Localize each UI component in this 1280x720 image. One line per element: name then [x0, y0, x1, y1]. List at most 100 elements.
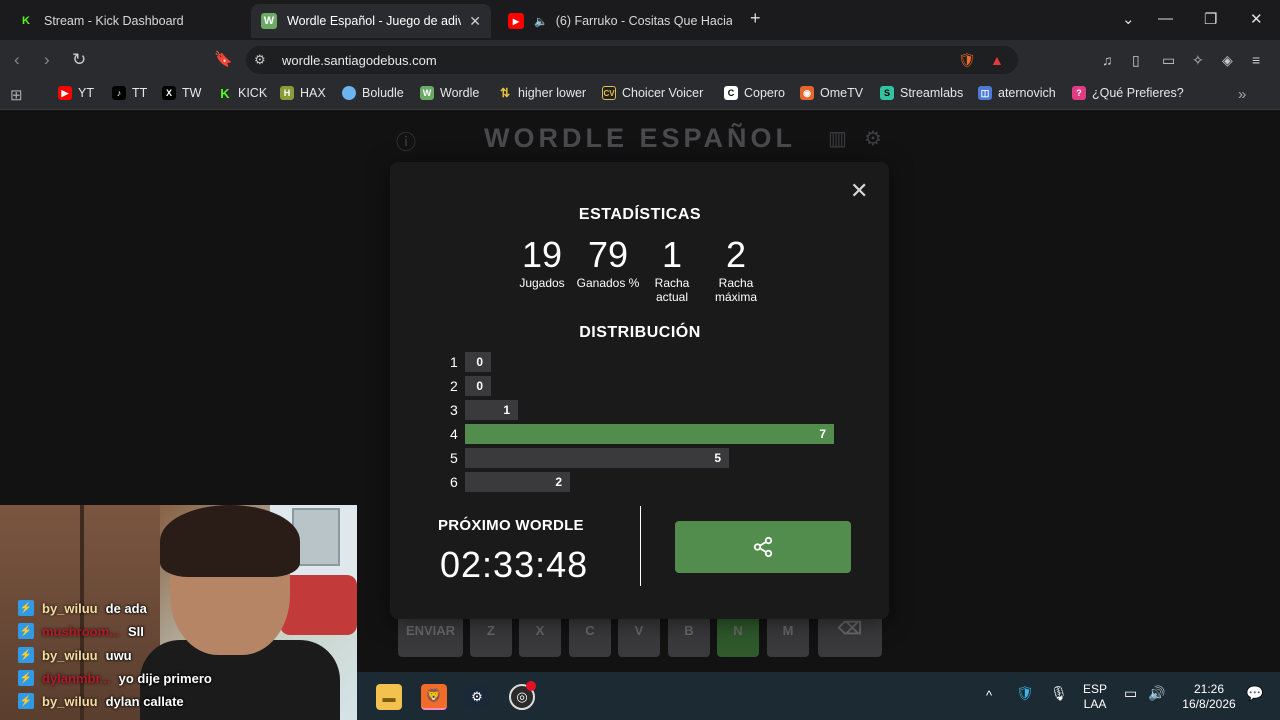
backspace-key[interactable]: ⌫ [818, 613, 882, 657]
leo-ai-icon[interactable]: ✧ [1192, 52, 1204, 69]
key-label: M [782, 623, 794, 638]
hax-icon: H [280, 86, 294, 100]
bookmark-higher-lower[interactable]: ⇅ higher lower [498, 86, 586, 100]
bookmark-ometv[interactable]: ◉ OmeTV [800, 86, 863, 100]
ometv-icon: ◉ [800, 86, 814, 100]
boludle-icon [342, 86, 356, 100]
key-c[interactable]: C [569, 613, 611, 657]
stat-value: 19 [521, 234, 563, 275]
microphone-icon[interactable]: 🎙 [1050, 686, 1068, 701]
close-tab-icon[interactable]: ✕ [461, 13, 481, 30]
distribution-row: 47 [450, 424, 834, 444]
stats-icon[interactable]: ▥ [828, 126, 847, 151]
apps-grid-icon[interactable]: ⊞ [10, 86, 23, 104]
bookmark-choicer-voicer[interactable]: CV Choicer Voicer [602, 86, 703, 100]
bookmark-aternovich[interactable]: ◫ aternovich [978, 86, 1056, 100]
tab-strip: K Stream - Kick Dashboard W Wordle Españ… [0, 0, 1280, 40]
share-icon [753, 536, 773, 558]
key-enviar[interactable]: ENVIAR [398, 613, 463, 657]
tab-title: Wordle Español - Juego de adivi [287, 14, 462, 28]
bookmark-label: YT [78, 86, 94, 100]
bookmark-streamlabs[interactable]: S Streamlabs [880, 86, 963, 100]
chat-username: by_wiluu [42, 647, 98, 663]
speaker-icon[interactable]: 🔈 [534, 15, 548, 28]
url-text[interactable]: wordle.santiagodebus.com [282, 53, 437, 68]
chat-text: uwu [105, 647, 132, 663]
settings-gear-icon[interactable]: ⚙ [864, 126, 882, 151]
back-button[interactable]: ‹ [14, 50, 20, 70]
steam-icon[interactable]: ⚙ [464, 684, 490, 710]
network-icon[interactable]: ▭ [1124, 686, 1137, 701]
distribution-title: DISTRIBUCIÓN [579, 324, 701, 341]
brave-shield-icon[interactable]: 🛡 [958, 52, 976, 69]
vpn-icon[interactable]: ◈ [1222, 52, 1233, 69]
webcam-background [280, 575, 357, 635]
bookmark-tw[interactable]: X TW [162, 86, 201, 100]
key-x[interactable]: X [519, 613, 561, 657]
bookmark-boludle[interactable]: Boludle [342, 86, 404, 100]
distribution-bar: 0 [465, 376, 491, 396]
tab-wordle[interactable]: W Wordle Español - Juego de adivi ✕ [251, 4, 491, 38]
bookmark-kick[interactable]: K KICK [218, 86, 267, 101]
key-label: X [535, 623, 545, 638]
site-info-icon[interactable]: ⚙ [254, 52, 266, 68]
guess-number: 1 [450, 354, 458, 370]
chat-username: by_wiluu [42, 693, 98, 709]
key-n[interactable]: N [717, 613, 759, 657]
media-icon[interactable]: ♫ [1102, 52, 1113, 68]
stat-played: 19 Jugados [507, 234, 577, 291]
clock[interactable]: 21:26 16/8/2026 [1176, 682, 1242, 712]
brave-rewards-icon[interactable]: ▲ [990, 52, 1004, 68]
tab-youtube[interactable]: ▶ 🔈 (6) Farruko - Cositas Que Haciam [498, 4, 742, 38]
reload-icon[interactable]: ↻ [72, 50, 86, 70]
bookmark-tt[interactable]: ♪ TT [112, 86, 147, 100]
kick-badge-icon: ⚡ [18, 670, 34, 686]
guess-number: 3 [450, 402, 458, 418]
maximize-button[interactable]: ❐ [1204, 10, 1217, 28]
forward-button[interactable]: › [44, 50, 50, 70]
bookmark-label: ¿Qué Prefieres? [1092, 86, 1184, 100]
close-modal-icon[interactable]: ✕ [850, 178, 868, 204]
bookmark-que-prefieres[interactable]: ? ¿Qué Prefieres? [1072, 86, 1184, 100]
stats-title: ESTADÍSTICAS [578, 206, 702, 223]
share-button[interactable] [675, 521, 851, 573]
bookmark-label: OmeTV [820, 86, 864, 100]
menu-icon[interactable]: ≡ [1252, 52, 1260, 68]
bookmark-icon[interactable]: 🔖 [214, 50, 233, 68]
aternos-icon: ◫ [978, 86, 992, 100]
wallet-icon[interactable]: ▭ [1162, 52, 1175, 69]
bookmark-yt[interactable]: ▶ YT [58, 86, 94, 100]
key-z[interactable]: Z [470, 613, 512, 657]
key-v[interactable]: V [618, 613, 660, 657]
tab-title: Stream - Kick Dashboard [44, 14, 184, 28]
bookmark-wordle[interactable]: W Wordle [420, 86, 479, 100]
clock-date: 16/8/2026 [1182, 697, 1236, 711]
more-bookmarks-icon[interactable]: » [1238, 86, 1246, 103]
key-m[interactable]: M [767, 613, 809, 657]
file-explorer-icon[interactable]: ▬ [376, 684, 402, 710]
next-wordle-title: PRÓXIMO WORDLE [438, 517, 584, 534]
close-window-button[interactable]: ✕ [1250, 10, 1263, 28]
distribution-row: 55 [450, 448, 729, 468]
tray-chevron-icon[interactable]: ^ [986, 688, 992, 703]
bookmark-hax[interactable]: H HAX [280, 86, 326, 100]
chat-username: dylanmbr... [42, 670, 111, 686]
stat-current-streak: 1 Racha actual [637, 236, 707, 305]
guess-number: 5 [450, 450, 458, 466]
language-indicator[interactable]: ESP LAA [1080, 682, 1110, 712]
youtube-icon: ▶ [508, 13, 524, 29]
tab-kick-dashboard[interactable]: K Stream - Kick Dashboard [8, 4, 248, 38]
sidebar-icon[interactable]: ▯ [1132, 52, 1140, 69]
clock-time: 21:26 [1193, 682, 1225, 696]
bookmark-copero[interactable]: C Copero [724, 86, 785, 100]
security-icon[interactable]: 🛡 [1016, 686, 1034, 701]
help-icon[interactable]: ⓘ [396, 126, 416, 155]
key-b[interactable]: B [668, 613, 710, 657]
tab-search-icon[interactable]: ⌄ [1122, 10, 1135, 28]
notifications-icon[interactable]: 💬 [1246, 686, 1263, 701]
new-tab-button[interactable]: + [750, 8, 761, 29]
recording-indicator [526, 681, 536, 691]
minimize-button[interactable]: — [1158, 10, 1173, 27]
volume-icon[interactable]: 🔊 [1148, 686, 1165, 701]
brave-browser-icon[interactable]: 🦁 [421, 684, 447, 710]
